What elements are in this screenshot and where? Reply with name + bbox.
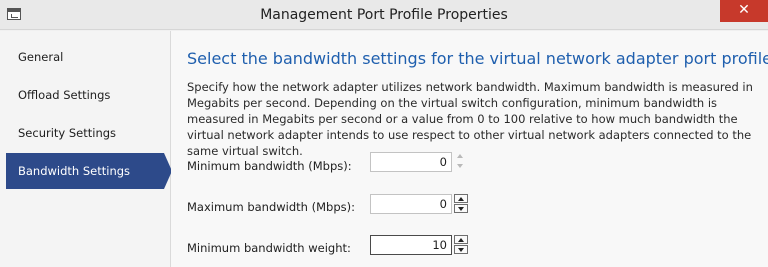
arrow-up-icon	[458, 197, 464, 201]
sidebar-item-general[interactable]: General	[6, 39, 171, 75]
maximum-bandwidth-down-button[interactable]	[454, 204, 468, 213]
minimum-bandwidth-down-button[interactable]	[454, 162, 468, 171]
arrow-down-icon	[458, 207, 464, 211]
maximum-bandwidth-input[interactable]: 0	[370, 194, 452, 214]
maximum-bandwidth-label: Maximum bandwidth (Mbps):	[187, 200, 355, 214]
sidebar: General Offload Settings Security Settin…	[0, 31, 172, 267]
main-panel: Select the bandwidth settings for the vi…	[171, 31, 768, 267]
arrow-down-icon	[457, 164, 463, 168]
minimum-bandwidth-weight-down-button[interactable]	[454, 245, 468, 254]
arrow-down-icon	[458, 248, 464, 252]
sidebar-item-bandwidth-settings[interactable]: Bandwidth Settings	[6, 153, 164, 189]
minimum-bandwidth-weight-input[interactable]: 10	[370, 235, 452, 255]
minimum-bandwidth-up-button[interactable]	[454, 152, 468, 161]
minimum-bandwidth-input[interactable]: 0	[370, 152, 452, 172]
title-bar: Management Port Profile Properties ✕	[0, 0, 768, 30]
description-text: Specify how the network adapter utilizes…	[187, 80, 753, 158]
close-button[interactable]: ✕	[720, 0, 768, 22]
arrow-up-icon	[457, 154, 463, 158]
window-title: Management Port Profile Properties	[260, 7, 508, 23]
minimum-bandwidth-weight-up-button[interactable]	[454, 235, 468, 244]
arrow-up-icon	[458, 238, 464, 242]
minimum-bandwidth-weight-label: Minimum bandwidth weight:	[187, 241, 351, 255]
page-title: Select the bandwidth settings for the vi…	[187, 49, 768, 68]
maximum-bandwidth-up-button[interactable]	[454, 194, 468, 203]
minimum-bandwidth-weight-spinner	[454, 235, 468, 255]
sidebar-item-security-settings[interactable]: Security Settings	[6, 115, 171, 151]
maximum-bandwidth-spinner	[454, 194, 468, 214]
minimum-bandwidth-spinner	[454, 152, 468, 172]
sidebar-item-offload-settings[interactable]: Offload Settings	[6, 77, 171, 113]
minimum-bandwidth-label: Minimum bandwidth (Mbps):	[187, 159, 352, 173]
